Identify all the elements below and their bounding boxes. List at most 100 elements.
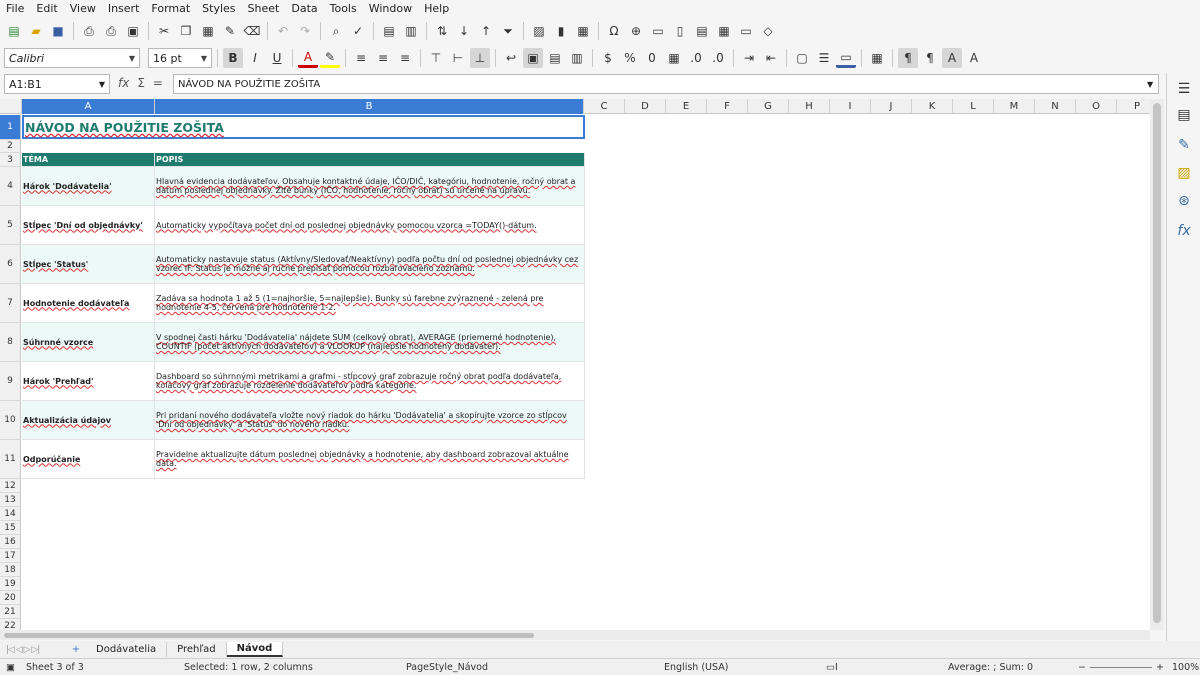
expand-formula-icon[interactable]: ▼ (1147, 80, 1153, 89)
font-color-icon[interactable]: A (298, 48, 318, 68)
clone-formatting-icon[interactable]: ✎ (220, 21, 240, 41)
function-wizard-icon[interactable]: fx (118, 76, 129, 90)
right-to-left-icon[interactable]: ¶ (920, 48, 940, 68)
horizontal-scroll-thumb[interactable] (4, 633, 534, 638)
cell-tema[interactable]: Hárok 'Dodávatelia' (22, 167, 155, 206)
undo-icon[interactable]: ↶ (273, 21, 293, 41)
formula-input[interactable]: NÁVOD NA POUŽITIE ZOŠITA (173, 74, 1159, 94)
cell-tema[interactable]: Stĺpec 'Status' (22, 245, 155, 284)
menu-help[interactable]: Help (418, 0, 455, 18)
cell-popis[interactable]: Zadáva sa hodnota 1 až 5 (1=najhoršie, 5… (155, 284, 585, 323)
chevron-down-icon[interactable]: ▼ (99, 80, 105, 89)
row-header-11[interactable]: 11 (0, 440, 21, 479)
tab-navigation-arrows[interactable]: |◁ ◁ ▷ ▷| (0, 645, 66, 655)
copy-icon[interactable]: ❐ (176, 21, 196, 41)
row-header-19[interactable]: 19 (0, 577, 21, 591)
menu-window[interactable]: Window (363, 0, 418, 18)
menu-file[interactable]: File (0, 0, 30, 18)
cell-popis[interactable]: Dashboard so súhrnnými metrikami a grafm… (155, 362, 585, 401)
save-icon[interactable]: ■ (48, 21, 68, 41)
border-color-icon[interactable]: ▭ (836, 48, 856, 68)
print-icon[interactable]: ⎙ (101, 21, 121, 41)
pivot-table-icon[interactable]: ▦ (573, 21, 593, 41)
italic-button[interactable]: I (245, 48, 265, 68)
properties-icon[interactable]: ▤ (1174, 105, 1194, 125)
column-header-p[interactable]: P (1117, 99, 1150, 114)
percent-format-icon[interactable]: % (620, 48, 640, 68)
print-preview-icon[interactable]: ▣ (123, 21, 143, 41)
split-window-icon[interactable]: ▭ (736, 21, 756, 41)
column-header-d[interactable]: D (625, 99, 666, 114)
row-icon[interactable]: ▤ (379, 21, 399, 41)
row-header-21[interactable]: 21 (0, 605, 21, 619)
bold-button[interactable]: B (223, 48, 243, 68)
currency-format-icon[interactable]: $ (598, 48, 618, 68)
hyperlink-icon[interactable]: ⊕ (626, 21, 646, 41)
cell-popis[interactable]: Hlavná evidencia dodávateľov. Obsahuje k… (155, 167, 585, 206)
menu-icon[interactable]: ☰ (1174, 79, 1194, 99)
gallery-icon[interactable]: ▨ (1174, 163, 1194, 183)
add-decimal-icon[interactable]: .0 (686, 48, 706, 68)
row-header-1[interactable]: 1 (0, 115, 21, 140)
find-replace-icon[interactable]: ⌕ (326, 21, 346, 41)
row-header-10[interactable]: 10 (0, 401, 21, 440)
column-header-k[interactable]: K (912, 99, 953, 114)
column-icon[interactable]: ▥ (401, 21, 421, 41)
horizontal-scrollbar[interactable] (0, 630, 1150, 640)
increase-indent-icon[interactable]: ⇥ (739, 48, 759, 68)
wrap-text-icon[interactable]: ↩ (501, 48, 521, 68)
column-header-i[interactable]: I (830, 99, 871, 114)
row-header-20[interactable]: 20 (0, 591, 21, 605)
conditional-format-icon[interactable]: ▦ (867, 48, 887, 68)
document-modified-icon[interactable]: ▣ (6, 662, 15, 673)
new-document-icon[interactable]: ▤ (4, 21, 24, 41)
number-format-icon[interactable]: 0 (642, 48, 662, 68)
define-print-area-icon[interactable]: ▤ (692, 21, 712, 41)
border-style-icon[interactable]: ☰ (814, 48, 834, 68)
row-header-13[interactable]: 13 (0, 493, 21, 507)
cell-tema[interactable]: Hodnotenie dodávateľa (22, 284, 155, 323)
underline-button[interactable]: U (267, 48, 287, 68)
row-header-8[interactable]: 8 (0, 323, 21, 362)
sheet-title-cell[interactable]: NÁVOD NA POUŽITIE ZOŠITA (22, 115, 585, 139)
open-folder-icon[interactable]: ▰ (26, 21, 46, 41)
row-header-3[interactable]: 3 (0, 153, 21, 167)
align-right-icon[interactable]: ≡ (395, 48, 415, 68)
menu-format[interactable]: Format (145, 0, 196, 18)
cell-tema[interactable]: Aktualizácia údajov (22, 401, 155, 440)
zoom-slider[interactable] (1090, 667, 1152, 668)
row-header-4[interactable]: 4 (0, 167, 21, 206)
column-header-g[interactable]: G (748, 99, 789, 114)
menu-edit[interactable]: Edit (30, 0, 63, 18)
menu-data[interactable]: Data (285, 0, 323, 18)
redo-icon[interactable]: ↷ (295, 21, 315, 41)
vertical-scroll-thumb[interactable] (1153, 103, 1161, 623)
column-header-b[interactable]: B (155, 99, 584, 114)
text-direction-lr-icon[interactable]: A (942, 48, 962, 68)
sort-icon[interactable]: ⇅ (432, 21, 452, 41)
cell-popis[interactable]: Pravidelne aktualizujte dátum poslednej … (155, 440, 585, 479)
zoom-out-icon[interactable]: − (1078, 662, 1086, 673)
add-sheet-icon[interactable]: + (66, 640, 86, 660)
align-bottom-icon[interactable]: ⊥ (470, 48, 490, 68)
paste-icon[interactable]: ▦ (198, 21, 218, 41)
align-vcenter-icon[interactable]: ⊢ (448, 48, 468, 68)
header-cell-tema[interactable]: TÉMA (22, 153, 155, 167)
cell-tema[interactable]: Súhrnné vzorce (22, 323, 155, 362)
column-header-o[interactable]: O (1076, 99, 1117, 114)
cell-tema[interactable]: Stĺpec 'Dní od objednávky' (22, 206, 155, 245)
sort-ascending-icon[interactable]: ↓ (454, 21, 474, 41)
row-header-12[interactable]: 12 (0, 479, 21, 493)
status-language[interactable]: English (USA) (664, 662, 728, 673)
tab-prehlad[interactable]: Prehľad (167, 642, 227, 657)
merge-cells-icon[interactable]: ▤ (545, 48, 565, 68)
highlight-color-icon[interactable]: ✎ (320, 48, 340, 68)
align-center-icon[interactable]: ≡ (373, 48, 393, 68)
align-top-icon[interactable]: ⊤ (426, 48, 446, 68)
unmerge-cells-icon[interactable]: ▥ (567, 48, 587, 68)
text-direction-tb-icon[interactable]: A (964, 48, 984, 68)
row-header-5[interactable]: 5 (0, 206, 21, 245)
row-header-15[interactable]: 15 (0, 521, 21, 535)
decrease-indent-icon[interactable]: ⇤ (761, 48, 781, 68)
menu-insert[interactable]: Insert (102, 0, 146, 18)
